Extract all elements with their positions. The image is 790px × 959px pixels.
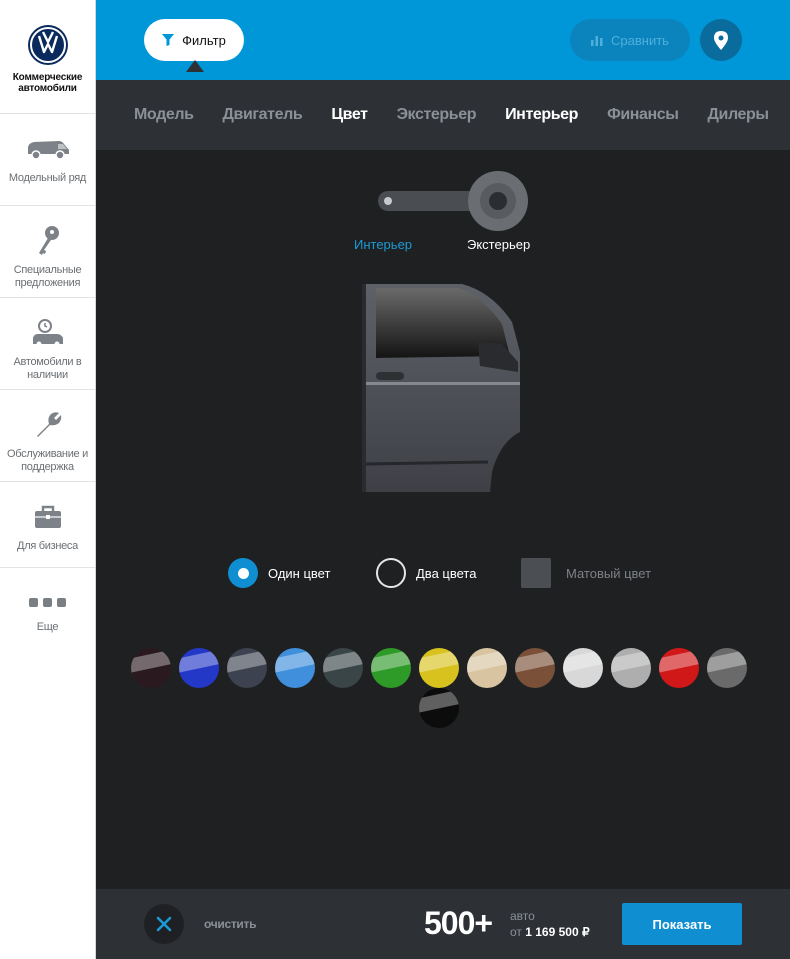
tab-color[interactable]: Цвет [331,106,368,124]
app-root: Коммерческие автомобили Модельный ряд Сп… [0,0,790,959]
clear-label[interactable]: очистить [204,917,256,931]
result-count: 500+ [424,905,493,941]
more-dots-icon [29,598,66,607]
filter-icon [162,34,175,46]
filter-button[interactable]: Фильтр [144,19,244,72]
sidebar-item-model-range[interactable]: Модельный ряд [0,114,95,206]
color-swatch[interactable] [611,648,651,688]
close-icon [156,916,172,932]
tab-engine[interactable]: Двигатель [223,106,303,124]
brand-name: Коммерческие автомобили [12,72,83,94]
sidebar-item-label: Еще [36,621,59,633]
color-swatch[interactable] [179,648,219,688]
result-summary: авто от 1 169 500 ₽ [510,908,590,940]
sidebar-item-in-stock[interactable]: Автомобили в наличии [0,298,95,390]
color-swatch[interactable] [515,648,555,688]
view-toggle-interior-label[interactable]: Интерьер [354,237,412,252]
brand-logo-block[interactable]: Коммерческие автомобили [0,0,95,114]
van-icon [25,132,71,166]
color-swatch[interactable] [419,688,459,728]
wrench-icon [33,408,63,442]
sidebar-item-label: Обслуживание и поддержка [7,448,88,473]
two-color-option[interactable]: Два цвета [376,558,476,588]
tab-dealers[interactable]: Дилеры [708,106,770,124]
sidebar-item-more[interactable]: Еще [0,568,95,660]
bar-chart-icon [591,36,603,46]
tab-exterior[interactable]: Экстерьер [397,106,477,124]
sidebar: Коммерческие автомобили Модельный ряд Сп… [0,0,96,959]
results-footer: очистить 500+ авто от 1 169 500 ₽ Показа… [96,889,790,959]
result-unit: авто [510,909,535,923]
two-color-radio[interactable] [376,558,406,588]
filter-label: Фильтр [182,32,226,48]
view-toggle-dot [384,197,392,205]
sidebar-item-label: Для бизнеса [17,540,78,552]
color-swatch[interactable] [323,648,363,688]
compare-label: Сравнить [611,32,669,48]
show-results-button[interactable]: Показать [622,903,742,945]
sidebar-item-label: Модельный ряд [8,172,87,184]
color-swatch[interactable] [275,648,315,688]
matte-color-label: Матовый цвет [566,565,652,581]
sidebar-item-label: Специальные предложения [13,264,82,289]
two-color-label: Два цвета [416,565,477,581]
price-value: 1 169 500 ₽ [525,925,590,939]
filter-tabs: Модель Двигатель Цвет Экстерьер Интерьер… [96,80,790,150]
car-door-preview [362,284,520,492]
car-stock-icon [31,316,65,350]
keys-icon [33,224,63,258]
tab-model[interactable]: Модель [134,106,194,124]
location-button[interactable] [700,19,742,61]
color-swatch[interactable] [131,648,171,688]
color-swatch[interactable] [419,648,459,688]
color-swatch[interactable] [659,648,699,688]
color-swatch[interactable] [707,648,747,688]
sidebar-item-service[interactable]: Обслуживание и поддержка [0,390,95,482]
one-color-option[interactable]: Один цвет [228,558,330,588]
price-line: от 1 169 500 ₽ [510,924,590,940]
sidebar-item-label: Автомобили в наличии [13,356,82,381]
one-color-radio[interactable] [228,558,258,588]
color-swatch[interactable] [371,648,411,688]
view-toggle-exterior-label[interactable]: Экстерьер [467,237,530,252]
matte-color-option[interactable]: Матовый цвет [521,558,651,588]
matte-color-checkbox[interactable] [521,558,551,588]
sidebar-item-business[interactable]: Для бизнеса [0,482,95,568]
sidebar-item-special-offers[interactable]: Специальные предложения [0,206,95,298]
tab-finance[interactable]: Финансы [607,106,679,124]
color-swatch[interactable] [467,648,507,688]
view-toggle-knob[interactable] [468,171,528,231]
vw-logo [27,25,68,65]
color-swatch[interactable] [563,648,603,688]
one-color-label: Один цвет [268,565,331,581]
briefcase-icon [33,500,63,534]
color-swatch[interactable] [227,648,267,688]
top-bar: Фильтр Сравнить [96,0,790,80]
clear-button[interactable] [144,904,184,944]
compare-button[interactable]: Сравнить [570,19,690,61]
price-prefix: от [510,925,522,939]
location-pin-icon [714,30,728,50]
tab-interior[interactable]: Интерьер [505,106,578,124]
